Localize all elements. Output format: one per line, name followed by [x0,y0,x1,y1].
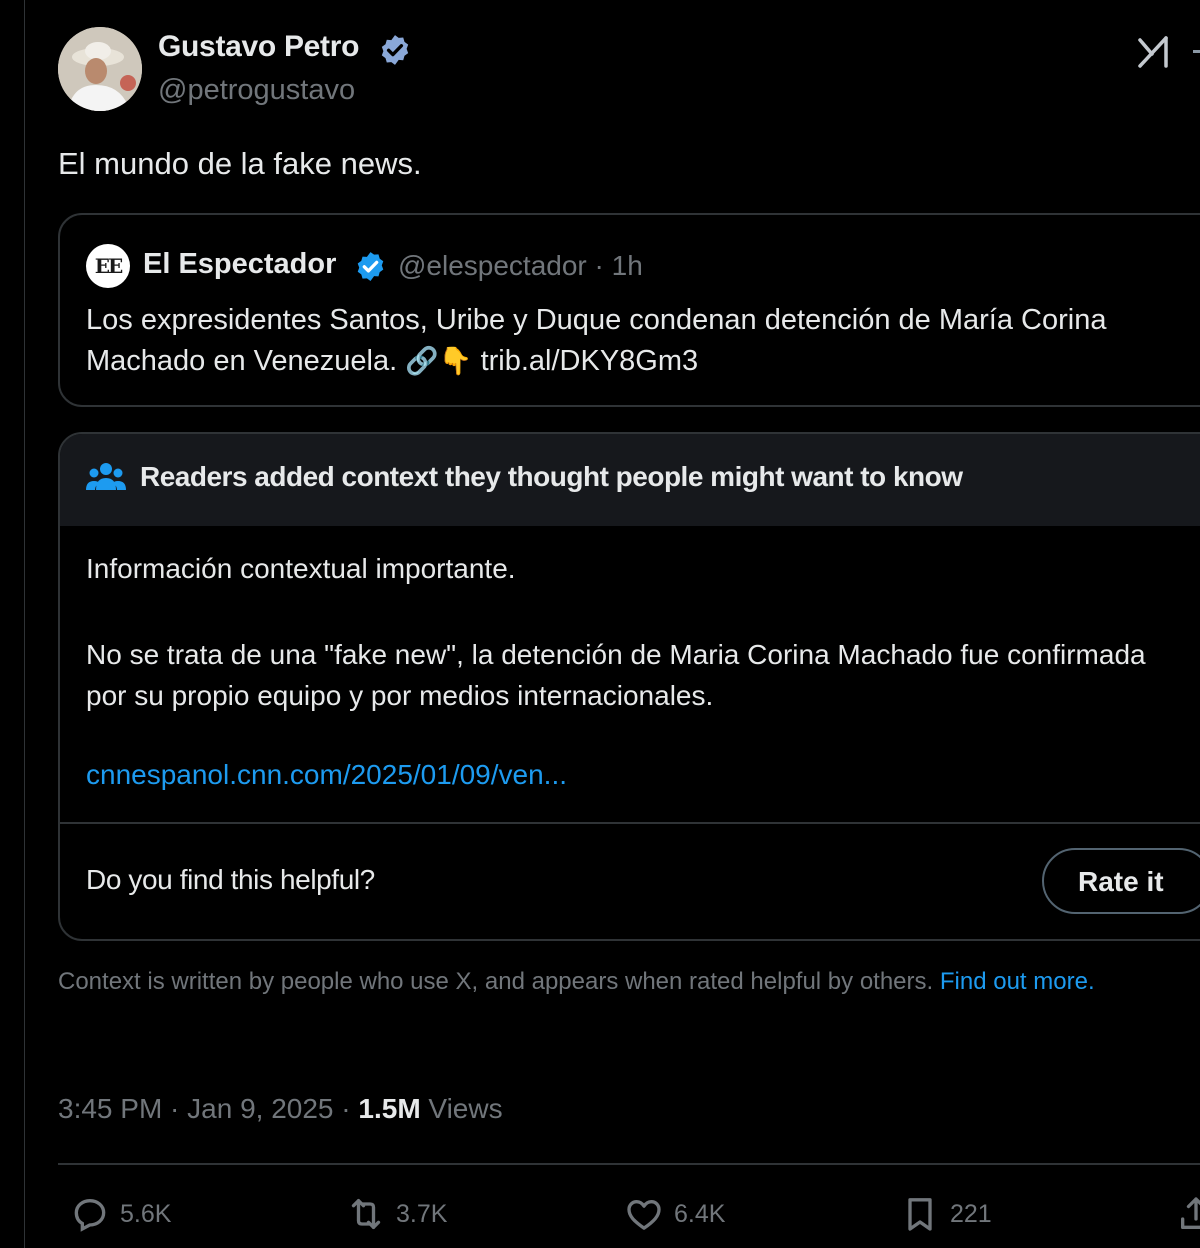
quoted-link[interactable]: trib.al/DKY8Gm3 [481,345,699,377]
reply-count: 5.6K [120,1199,172,1228]
bookmark-button[interactable]: 221 [900,1194,992,1234]
author-avatar[interactable] [58,27,142,111]
context-footer: Context is written by people who use X, … [58,965,1198,999]
tweet-timestamp[interactable]: 3:45 PM · Jan 9, 2025 · [58,1093,358,1124]
views-label: Views [420,1093,503,1124]
like-count: 6.4K [674,1199,726,1228]
repost-icon [351,1199,381,1229]
find-out-more-link[interactable]: Find out more. [940,968,1095,995]
quoted-handle-time: @elespectador · 1h [398,250,643,281]
context-footer-text: Context is written by people who use X, … [58,968,934,995]
more-options-icon[interactable] [1193,50,1200,53]
quoted-tweet-text: Los expresidentes Santos, Uribe y Duque … [86,300,1200,382]
tweet-text: El mundo de la fake news. [58,146,422,181]
helpful-question: Do you find this helpful? [86,864,375,895]
repost-button[interactable]: 3.7K [346,1194,447,1234]
avatar-image [58,27,142,111]
reply-button[interactable]: 5.6K [70,1194,171,1234]
community-note-title: Readers added context they thought peopl… [140,461,963,492]
bookmark-icon [908,1198,932,1231]
quoted-text-line2: Machado en Venezuela. 🔗👇 trib.al/DKY8Gm3 [86,341,1200,382]
link-pointing-emoji: 🔗👇 [405,346,473,376]
people-icon [86,463,126,490]
timeline-border [24,0,25,1248]
bookmark-count: 221 [950,1199,992,1228]
note-paragraph-2: No se trata de una "fake new", la detenc… [86,639,1146,711]
rate-it-button[interactable]: Rate it [1042,848,1200,914]
author-name[interactable]: Gustavo Petro [158,30,359,64]
reply-icon [74,1198,106,1232]
verified-badge-icon [381,35,409,65]
views-count: 1.5M [358,1093,421,1124]
note-source-link[interactable]: cnnespanol.cnn.com/2025/01/09/ven... [86,759,567,791]
heart-icon [627,1200,661,1230]
quoted-text-line1: Los expresidentes Santos, Uribe y Duque … [86,304,1107,336]
quoted-avatar-logo: EE [86,244,130,288]
note-paragraph-1: Información contextual importante. [86,553,516,584]
quoted-text-line2-text: Machado en Venezuela. [86,345,398,377]
meta-divider [58,1163,1200,1165]
verified-badge-icon [357,252,384,281]
quoted-author-name: El Espectador [143,248,337,280]
share-button[interactable] [1176,1194,1200,1234]
share-icon [1181,1197,1200,1229]
note-divider [60,822,1200,824]
author-handle[interactable]: @petrogustavo [158,74,355,107]
grok-icon[interactable] [1136,34,1176,70]
tweet-meta: 3:45 PM · Jan 9, 2025 · 1.5M Views [58,1093,503,1125]
like-button[interactable]: 6.4K [624,1194,725,1234]
repost-count: 3.7K [396,1199,448,1228]
